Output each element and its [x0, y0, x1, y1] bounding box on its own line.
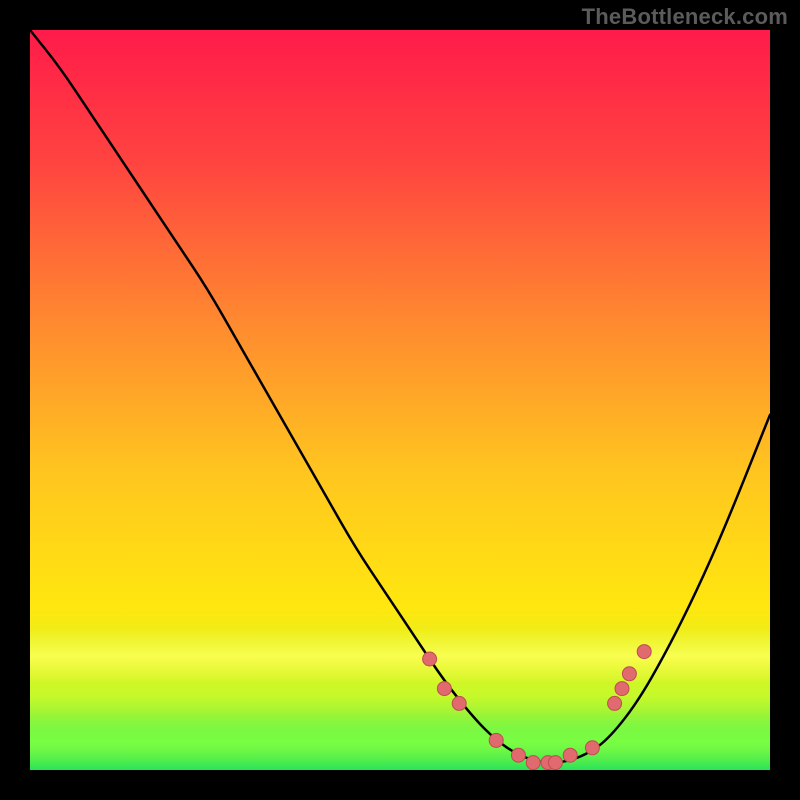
plot-area	[30, 30, 770, 770]
curve-marker	[637, 645, 651, 659]
curve-marker	[563, 748, 577, 762]
curve-marker	[548, 756, 562, 770]
curve-marker	[608, 696, 622, 710]
curve-layer	[30, 30, 770, 770]
curve-marker	[622, 667, 636, 681]
curve-marker	[452, 696, 466, 710]
bottleneck-curve	[30, 30, 770, 763]
curve-marker	[615, 682, 629, 696]
curve-marker	[437, 682, 451, 696]
chart-root: TheBottleneck.com	[0, 0, 800, 800]
curve-marker	[526, 756, 540, 770]
curve-marker	[489, 733, 503, 747]
curve-marker	[423, 652, 437, 666]
watermark-text: TheBottleneck.com	[582, 4, 788, 30]
curve-marker	[585, 741, 599, 755]
curve-markers	[423, 645, 652, 770]
curve-marker	[511, 748, 525, 762]
